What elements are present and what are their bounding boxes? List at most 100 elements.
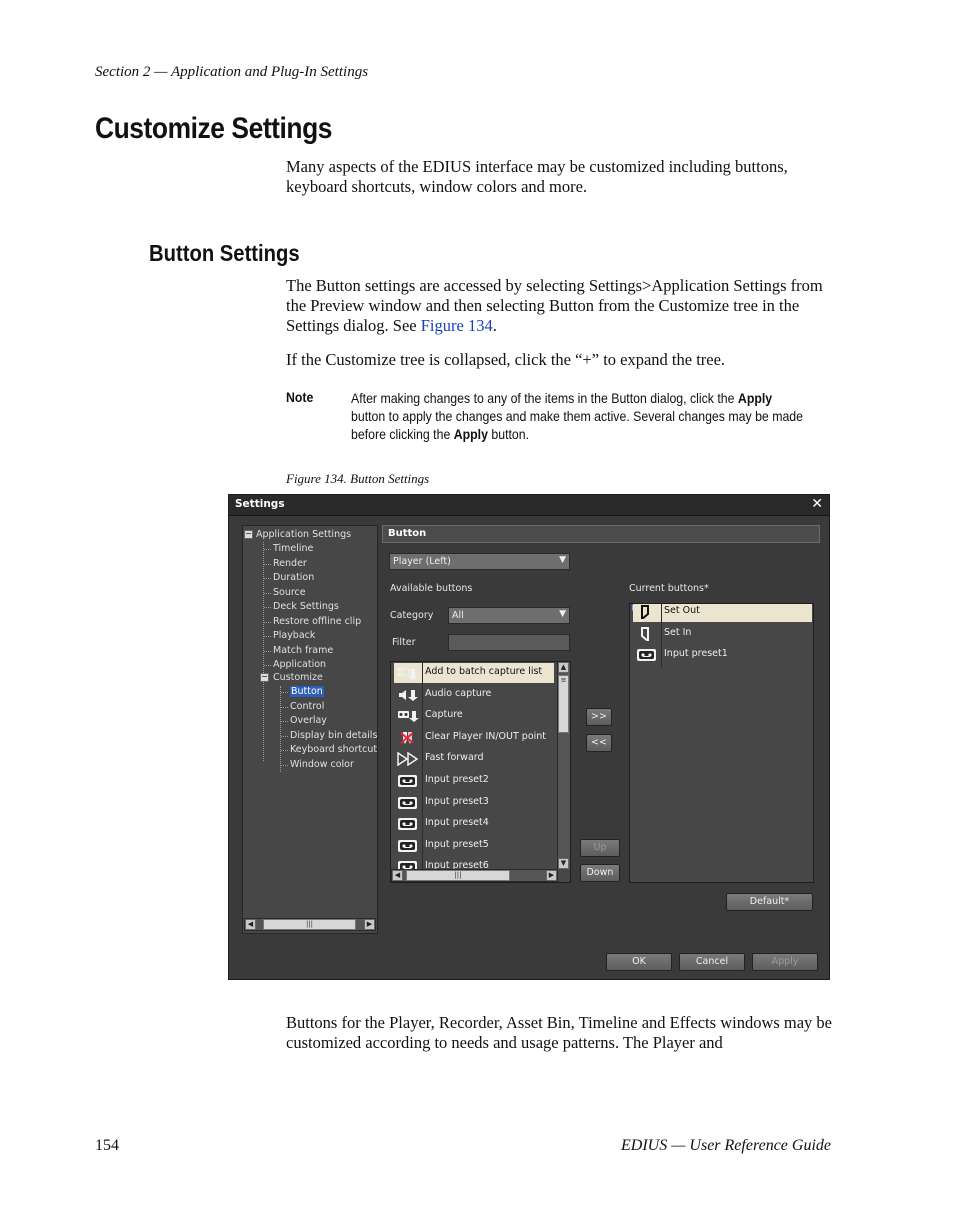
target-window-value: Player (Left)	[393, 556, 451, 567]
list-item[interactable]: Set In	[633, 624, 812, 644]
up-button[interactable]: Up	[580, 839, 620, 857]
tree-item[interactable]: Application	[273, 659, 326, 670]
footer-title: EDIUS — User Reference Guide	[620, 1137, 831, 1154]
tree-item-customize[interactable]: Customize	[273, 672, 323, 683]
tree-item[interactable]: Restore offline clip	[273, 616, 361, 627]
note-apply-term: Apply	[737, 390, 773, 406]
input-preset-icon	[397, 817, 419, 831]
list-item[interactable]: Input preset3	[394, 793, 554, 813]
tree-item[interactable]: Control	[290, 701, 324, 712]
tree-connector	[281, 692, 288, 693]
button-section-header: Button	[382, 525, 820, 543]
list-item[interactable]: Add to batch capture list	[394, 663, 554, 683]
audio-capture-icon	[397, 688, 419, 702]
tree-connector	[281, 721, 288, 722]
tree-connector	[281, 706, 288, 708]
list-item[interactable]: Input preset4	[394, 814, 554, 834]
tree-item[interactable]: Deck Settings	[273, 601, 339, 612]
list-item[interactable]: Input preset2	[394, 771, 554, 791]
list-item[interactable]: Clear Player IN/OUT point	[394, 728, 554, 748]
figure-link[interactable]: Figure 134	[421, 316, 493, 335]
remove-button[interactable]: <<	[586, 734, 612, 752]
list-item[interactable]: Fast forward	[394, 749, 554, 769]
scroll-up-icon[interactable]: ▲	[558, 662, 569, 673]
down-button[interactable]: Down	[580, 864, 620, 882]
note-text: button to apply the changes and make the…	[351, 408, 804, 442]
list-item-label: Input preset3	[425, 795, 489, 807]
tree-item[interactable]: Render	[273, 558, 307, 569]
tree-item[interactable]: Window color	[290, 759, 354, 770]
current-buttons-label: Current buttons*	[629, 583, 709, 594]
fast-forward-icon	[397, 751, 419, 767]
tree-item[interactable]: Playback	[273, 630, 315, 641]
list-item[interactable]: Audio capture	[394, 685, 554, 705]
scroll-thumb[interactable]: |||	[406, 870, 510, 881]
available-list-vertical-scrollbar[interactable]: ▲ ≡ ▼	[557, 662, 570, 869]
target-window-select[interactable]: Player (Left) ▼	[389, 553, 570, 570]
available-list-horizontal-scrollbar[interactable]: ◀ ||| ▶	[391, 869, 558, 882]
input-preset-icon	[397, 839, 419, 853]
add-button[interactable]: >>	[586, 708, 612, 726]
current-buttons-list[interactable]: Set Out Set In Input preset1	[629, 603, 814, 883]
list-item[interactable]: Input preset1	[633, 645, 812, 665]
scroll-down-icon[interactable]: ▼	[558, 858, 569, 869]
tree-connector	[264, 621, 271, 623]
section-heading: Button Settings	[149, 240, 300, 266]
tree-connector	[264, 578, 271, 579]
scroll-thumb[interactable]: |||	[263, 919, 356, 930]
tree-item-label: Control	[290, 700, 325, 712]
closing-paragraph: Buttons for the Player, Recorder, Asset …	[286, 1013, 833, 1052]
tree-connector	[264, 563, 271, 565]
tree-item[interactable]: Duration	[273, 572, 314, 583]
tree-horizontal-scrollbar[interactable]: ◀ ||| ▶	[244, 918, 376, 931]
note-text: After making changes to any of the items…	[351, 390, 738, 406]
tree-item-application-settings[interactable]: Application Settings	[256, 529, 351, 540]
category-select[interactable]: All ▼	[448, 607, 570, 624]
tree-item[interactable]: Overlay	[290, 715, 327, 726]
tree-item[interactable]: Timeline	[273, 543, 313, 554]
scroll-thumb[interactable]: ≡	[558, 675, 569, 733]
figure-caption: Figure 134. Button Settings	[286, 471, 430, 486]
tree-item[interactable]: Source	[273, 587, 306, 598]
list-item-label: Input preset1	[664, 648, 728, 660]
tree-item-label: Overlay	[290, 715, 327, 726]
paragraph-text-end: .	[492, 316, 497, 335]
collapse-toggle[interactable]: −	[260, 673, 269, 682]
category-label: Category	[390, 610, 434, 621]
button-settings-paragraph: The Button settings are accessed by sele…	[286, 276, 834, 336]
scroll-left-icon[interactable]: ◀	[392, 870, 403, 881]
dialog-titlebar: Settings ✕	[229, 495, 829, 516]
scroll-right-icon[interactable]: ▶	[546, 870, 557, 881]
available-buttons-list[interactable]: Add to batch capture list Audio capture Ca…	[390, 661, 571, 883]
set-in-icon	[636, 626, 658, 643]
batch-capture-icon	[397, 666, 419, 680]
tree-item-label: Window color	[290, 758, 354, 770]
note-label: Note	[286, 389, 314, 405]
list-item[interactable]: Capture	[394, 706, 554, 726]
available-buttons-label: Available buttons	[390, 583, 473, 594]
set-out-icon	[636, 605, 658, 622]
list-item-label: Set Out	[664, 605, 700, 616]
tree-item-label: Keyboard shortcut	[290, 744, 378, 755]
scroll-left-icon[interactable]: ◀	[245, 919, 256, 930]
tree-connector	[264, 665, 271, 666]
tree-item-button-selected[interactable]: Button	[290, 686, 324, 697]
filter-input[interactable]	[448, 634, 570, 651]
list-item-label: Input preset5	[425, 838, 489, 850]
ok-button[interactable]: OK	[606, 953, 672, 971]
cancel-button[interactable]: Cancel	[679, 953, 745, 971]
close-icon[interactable]: ✕	[811, 496, 823, 512]
apply-button[interactable]: Apply	[752, 953, 818, 971]
scroll-right-icon[interactable]: ▶	[364, 919, 375, 930]
list-item[interactable]: Set Out	[633, 604, 812, 622]
collapse-toggle[interactable]: −	[244, 530, 253, 539]
tree-item[interactable]: Keyboard shortcut	[290, 744, 377, 755]
list-item[interactable]: Input preset5	[394, 836, 554, 856]
tree-item[interactable]: Display bin details	[290, 730, 377, 741]
default-button[interactable]: Default*	[726, 893, 813, 911]
input-preset-icon	[397, 796, 419, 810]
tree-item-label: Button	[290, 686, 324, 697]
settings-dialog: Settings ✕ − Application Settings Timeli…	[228, 494, 830, 980]
filter-label: Filter	[392, 637, 416, 648]
tree-item[interactable]: Match frame	[273, 645, 333, 656]
